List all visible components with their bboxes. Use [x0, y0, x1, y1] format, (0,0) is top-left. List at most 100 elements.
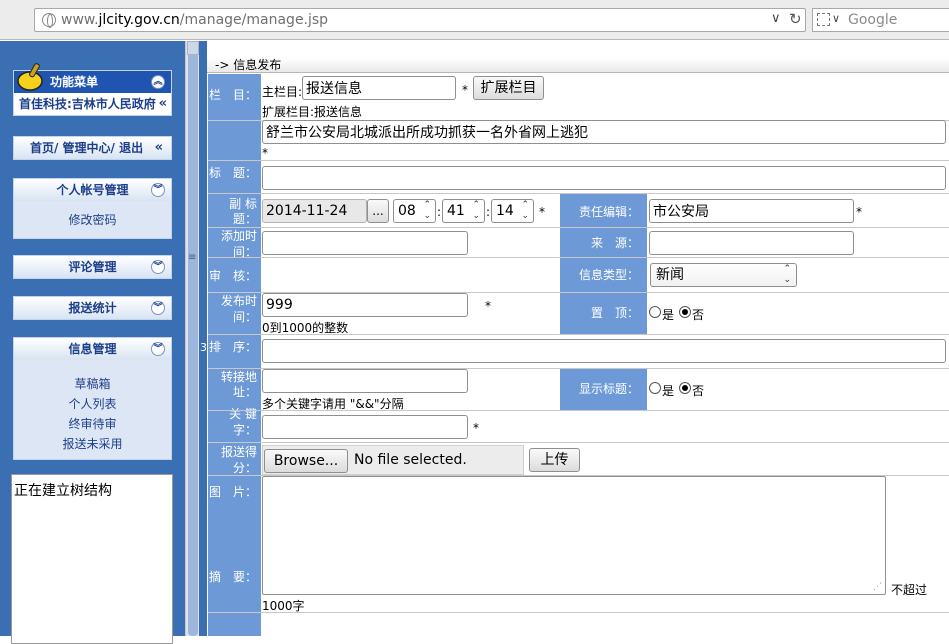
spinner-arrows-icon[interactable]: ⌃ ⌄ [472, 200, 480, 222]
nav-collapse-icon[interactable]: « [155, 137, 163, 159]
report-stats-header[interactable]: 报送统计 ︾ [14, 297, 171, 319]
info-management-header[interactable]: 信息管理 ︾ [14, 338, 171, 360]
sort-input[interactable] [262, 293, 468, 317]
label-addtime-1: 添加时 [220, 229, 257, 243]
url-path: /manage/manage.jsp [179, 12, 329, 28]
minute-spinner[interactable]: 41 ⌃ ⌄ [442, 199, 485, 223]
expand-chevron-icon[interactable]: ︾ [151, 301, 165, 315]
comment-title: 评论管理 [68, 260, 117, 274]
second-spinner[interactable]: 14 ⌃ ⌄ [491, 199, 534, 223]
scrollbar-thumb[interactable] [188, 41, 198, 636]
function-menu-panel: 功能菜单 ︽ 首佳科技:吉林市人民政府 « [13, 63, 172, 116]
address-text: www.jlcity.gov.cn/manage/manage.jsp [61, 12, 328, 28]
collapse-chevron-icon[interactable]: ︽ [151, 75, 165, 89]
show-title-yes-label: 是 [662, 384, 675, 398]
label-subtitle-2: 题： [232, 212, 257, 226]
time-colon: : [437, 205, 442, 219]
personal-account-body: 修改密码 [14, 201, 171, 238]
address-bar[interactable]: www.jlcity.gov.cn/manage/manage.jsp ∨ ↻ [34, 8, 806, 32]
expand-chevron-icon[interactable]: ︾ [151, 183, 165, 197]
sidebar-item-change-password[interactable]: 修改密码 [14, 210, 171, 230]
nav-links[interactable]: 首页/ 管理中心/ 退出 « [14, 137, 171, 159]
url-domain: jlcity.gov.cn [98, 12, 180, 28]
extend-column-button[interactable]: 扩展栏目 [473, 76, 544, 100]
globe-icon [42, 13, 56, 28]
row-divider [208, 257, 949, 258]
spinner-arrows-icon[interactable]: ⌃ ⌄ [423, 200, 431, 222]
no-file-text: No file selected. [354, 452, 467, 468]
sidebar-item-personal-list[interactable]: 个人列表 [14, 394, 171, 414]
personal-account-panel: 个人帐号管理 ︾ 修改密码 [13, 178, 172, 239]
nav-links-text[interactable]: 首页/ 管理中心/ 退出 [30, 141, 143, 155]
add-date-input[interactable] [262, 199, 367, 223]
comment-panel: 评论管理 ︾ [13, 255, 172, 279]
second-value: 14 [496, 203, 514, 219]
sidebar-scrollbar[interactable] [185, 41, 199, 636]
show-title-no-label: 否 [692, 384, 705, 398]
time-colon: : [486, 205, 491, 219]
reload-icon[interactable]: ↻ [789, 10, 802, 28]
title-input[interactable] [262, 120, 946, 144]
right-label-column-2: 显示标题： [560, 368, 647, 410]
expand-chevron-icon[interactable]: ︾ [151, 342, 165, 356]
date-picker-button[interactable]: ... [367, 199, 389, 223]
browse-button[interactable]: Browse... [264, 449, 348, 473]
scroll-grip-icon[interactable]: ≡ [188, 252, 196, 263]
report-score-input[interactable] [262, 415, 468, 439]
required-mark: * [462, 83, 468, 97]
scrollbar-cap[interactable] [187, 41, 199, 55]
sidebar-item-final-review[interactable]: 终审待审 [14, 414, 171, 434]
search-engine-dropdown-icon[interactable]: ∨ [832, 12, 840, 25]
sort-hint: 0到1000的整数 [262, 321, 349, 335]
pin-yes-label: 是 [662, 308, 675, 322]
left-label-column: 栏 目： 标 题： 副 标 题： 添加时 间： 审 核： 发布时 间： 排 序：… [208, 74, 261, 636]
org-name: 首佳科技:吉林市人民政府 [19, 97, 156, 111]
url-history-dropdown-icon[interactable]: ∨ [771, 11, 781, 26]
info-type-value: 新闻 [656, 267, 684, 283]
pin-yes-radio[interactable] [649, 306, 661, 318]
pin-no-radio[interactable] [679, 306, 691, 318]
url-prefix: www. [61, 12, 99, 28]
breadcrumb: -> 信息发布 [207, 41, 949, 73]
search-bar[interactable]: ∨ Google [812, 8, 949, 32]
search-engine-icon[interactable] [817, 13, 830, 26]
info-management-title: 信息管理 [68, 342, 117, 356]
hour-spinner[interactable]: 08 ⌃ ⌄ [393, 199, 436, 223]
subtitle-input[interactable] [262, 166, 946, 190]
label-sort: 排 序： [208, 340, 257, 354]
function-menu-header[interactable]: 功能菜单 ︽ [14, 63, 171, 93]
org-collapse-icon[interactable]: « [159, 93, 167, 115]
extend-column-text: 扩展栏目:报送信息 [262, 105, 363, 119]
label-score-1: 报送得 [220, 445, 257, 459]
main-column-input[interactable] [302, 76, 456, 100]
summary-textarea[interactable] [262, 476, 886, 595]
upload-button[interactable]: 上传 [529, 448, 580, 472]
redirect-input[interactable] [262, 339, 946, 363]
label-infotype: 信息类型： [578, 268, 639, 282]
show-title-no-radio[interactable] [679, 382, 691, 394]
editor-input[interactable] [649, 199, 854, 223]
label-subtitle-1: 副 标 [229, 197, 257, 211]
review-input[interactable] [262, 231, 468, 255]
browser-toolbar: www.jlcity.gov.cn/manage/manage.jsp ∨ ↻ … [0, 0, 949, 40]
resize-grip-icon[interactable]: ⋰ [873, 582, 882, 592]
show-title-yes-radio[interactable] [649, 382, 661, 394]
tree-status: 正在建立树结构 [14, 483, 112, 499]
required-mark: * [856, 205, 862, 219]
label-editor: 责任编辑： [578, 205, 639, 219]
personal-account-header[interactable]: 个人帐号管理 ︾ [14, 179, 171, 201]
info-management-panel: 信息管理 ︾ 草稿箱 个人列表 终审待审 报送未采用 [13, 337, 172, 460]
label-title: 标 题： [208, 166, 257, 180]
info-type-select[interactable]: 新闻 ⌃ ⌄ [650, 263, 797, 287]
label-publishtime-1: 发布时 [220, 294, 257, 308]
tree-panel: 正在建立树结构 [11, 474, 173, 644]
sidebar-item-drafts[interactable]: 草稿箱 [14, 374, 171, 394]
minute-value: 41 [447, 203, 465, 219]
keywords-input[interactable] [262, 369, 468, 393]
comment-header[interactable]: 评论管理 ︾ [14, 256, 171, 278]
spinner-arrows-icon[interactable]: ⌃ ⌄ [521, 200, 529, 222]
sidebar-item-rejected[interactable]: 报送未采用 [14, 434, 171, 454]
label-column: 栏 目： [208, 88, 257, 102]
expand-chevron-icon[interactable]: ︾ [151, 260, 165, 274]
source-input[interactable] [649, 231, 854, 255]
